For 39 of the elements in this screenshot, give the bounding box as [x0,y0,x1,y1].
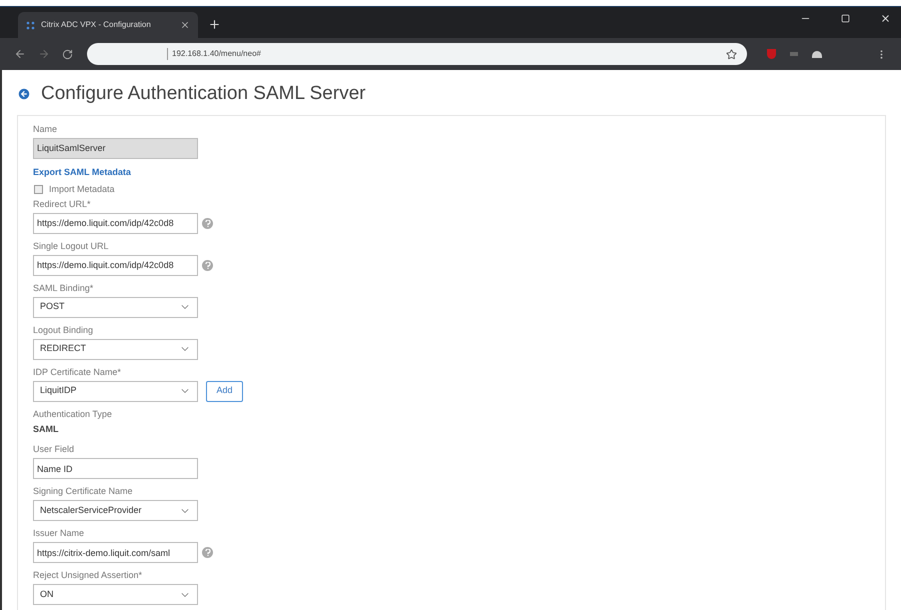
address-bar[interactable]: 192.168.1.40/menu/neo# [87,43,747,65]
reload-icon[interactable] [62,48,73,60]
field-label: Reject Unsigned Assertion* [33,570,144,581]
field-label: Signing Certificate Name [33,486,134,497]
field-label: Logout Binding [33,324,94,336]
close-icon[interactable] [180,20,190,30]
favicon-icon [26,20,35,30]
tab-title: Citrix ADC VPX - Configuration [41,19,151,31]
field-label: Authentication Type [33,408,113,420]
close-window-icon[interactable] [880,13,891,24]
text-field[interactable]: https://demo.liquit.com/idp/42c0d8 [33,254,198,276]
browser-tab[interactable]: Citrix ADC VPX - Configuration [18,12,198,38]
field-label: Redirect URL* [33,198,92,210]
text-field[interactable]: https://citrix-demo.liquit.com/saml [33,542,198,563]
dropdown[interactable]: REDIRECT [33,338,198,360]
field-label: Issuer Name [33,528,86,539]
export-link[interactable]: Export SAML Metadata [33,166,885,179]
back-icon[interactable] [14,48,26,60]
add-button[interactable]: Add [206,380,243,402]
maximize-icon[interactable] [841,14,850,23]
field-label: SAML Binding* [33,282,94,294]
field-label: IDP Certificate Name* [33,366,122,378]
field-label: Single Logout URL [33,240,110,252]
url-text: 192.168.1.40/menu/neo# [167,48,261,60]
text-field[interactable]: Name ID [33,458,198,479]
dropdown[interactable]: POST [33,296,198,318]
dropdown[interactable]: ON [33,584,198,605]
page-title: Configure Authentication SAML Server [41,82,366,106]
new-tab-icon[interactable] [208,18,221,31]
field-label: Name [33,124,58,134]
back-circle-icon[interactable] [17,87,31,102]
checkbox-label: Import Metadata [49,183,115,196]
bookmark-star-icon[interactable] [726,48,737,60]
dropdown[interactable]: NetscalerServiceProvider [33,500,198,521]
static-value: SAML [33,422,60,436]
text-field[interactable]: https://demo.liquit.com/idp/42c0d8 [33,212,198,234]
field-label: User Field [33,444,76,455]
dropdown[interactable]: LiquitIDP [33,380,198,402]
checkbox[interactable] [34,185,43,194]
